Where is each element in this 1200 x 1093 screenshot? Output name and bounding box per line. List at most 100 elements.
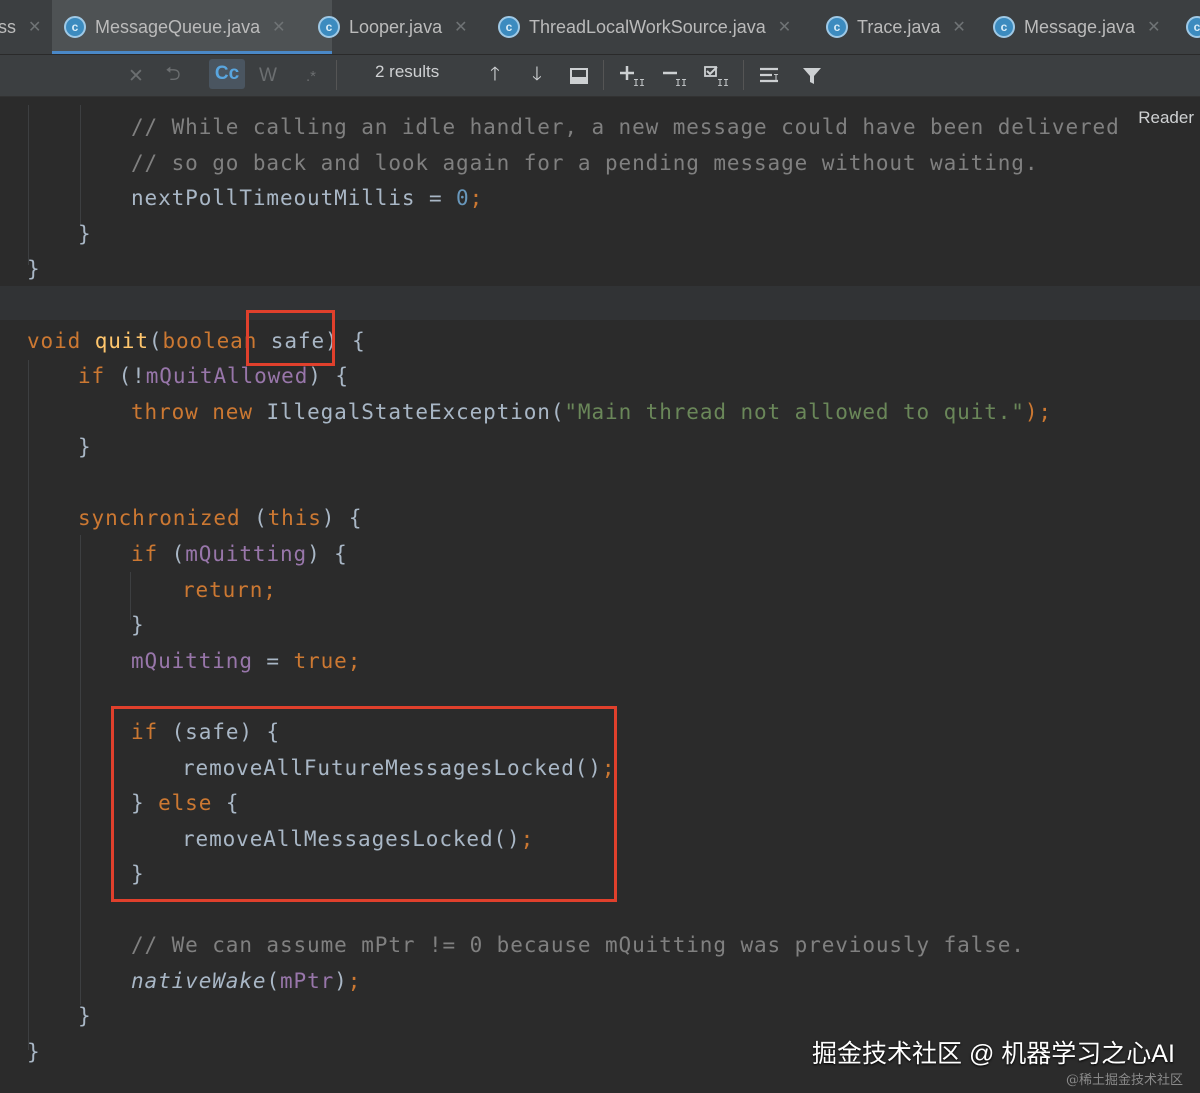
filter-icon[interactable] [798,61,826,91]
tab-overflow[interactable]: c [1186,0,1200,54]
code-line: } [131,613,145,637]
toolbar-separator [743,60,744,90]
code-line: throw new IllegalStateException("Main th… [131,400,1052,424]
brace: } [78,222,92,246]
tab-label: Trace.java [857,16,941,37]
toolbar-separator [336,60,337,90]
code-line: // We can assume mPtr != 0 because mQuit… [131,933,1025,957]
close-icon[interactable]: ✕ [454,17,467,37]
watermark-small: @稀土掘金技术社区 [1066,1073,1184,1088]
code-line: // so go back and look again for a pendi… [131,151,1038,175]
code-token: ) { [321,506,363,530]
brace: { [338,329,366,353]
blank-line-band [0,286,1200,320]
highlight-box-if-safe-block [111,706,617,902]
tab-message[interactable]: c Message.java ✕ [993,0,1160,54]
svg-text:II: II [633,78,645,88]
code-line: synchronized (this) { [78,506,362,530]
svg-text:II: II [675,78,687,88]
code-token: ( [254,506,268,530]
brace: } [78,435,92,459]
editor-tab-bar: ss ✕ c MessageQueue.java ✕ c Looper.java… [0,0,1200,55]
code-token: (! [118,364,146,388]
next-occurrence-icon[interactable]: 🡓 [524,61,550,91]
comment: // While calling an idle handler, a new … [131,115,1120,139]
keyword: boolean [162,329,258,353]
code-line: nextPollTimeoutMillis = 0; [131,186,483,210]
close-icon[interactable]: ✕ [28,17,41,37]
field: mQuitAllowed [145,364,309,388]
watermark: 掘金技术社区 @ 机器学习之心AI [812,1040,1175,1068]
toolbar-separator [603,60,604,90]
java-class-icon: c [318,16,340,38]
keyword: throw new [131,400,267,424]
add-occurrence-icon[interactable]: II [618,61,648,91]
java-class-icon: c [498,16,520,38]
close-icon[interactable]: ✕ [778,17,791,37]
code-line: } [78,222,92,246]
field: mQuitting [131,649,253,673]
whole-words-toggle[interactable]: W [256,61,280,91]
previous-occurrence-icon[interactable]: 🡑 [482,61,508,91]
code-token: ( [266,969,280,993]
field: mPtr [279,969,335,993]
code-token: ( [171,542,186,566]
remove-occurrence-icon[interactable]: II [660,61,690,91]
code-token: ) { [307,542,348,566]
indent-guide [80,105,81,225]
close-icon[interactable]: ✕ [952,17,965,37]
code-token: ); [1024,400,1052,424]
tab-partial[interactable]: ss ✕ [0,0,41,54]
tab-messagequeue[interactable]: c MessageQueue.java ✕ [52,0,332,54]
reader-mode-button[interactable]: Reader [1138,108,1194,128]
code-line: if (!mQuitAllowed) { [78,364,349,388]
tab-looper[interactable]: c Looper.java ✕ [318,0,467,54]
code-line: } [78,435,92,459]
string-literal: "Main thread not allowed to quit." [564,400,1025,424]
tab-trace[interactable]: c Trace.java ✕ [826,0,966,54]
close-icon[interactable]: ✕ [1147,17,1160,37]
indent-guide [80,535,81,1005]
semicolon: ; [263,578,277,602]
comment: // We can assume mPtr != 0 because mQuit… [131,933,1025,957]
tab-label: MessageQueue.java [95,16,261,37]
keyword: if [78,364,119,388]
history-icon[interactable]: ⮌ [160,61,186,91]
select-all-occurrences-icon[interactable]: II [702,61,732,91]
keyword: true [293,649,348,673]
svg-text:II: II [717,78,729,88]
code-line: nativeWake(mPtr); [131,969,361,993]
keyword: void [27,329,95,353]
code-token: ) { [308,364,349,388]
brace: } [27,257,41,281]
code-line: } [27,1040,41,1064]
semicolon: ; [347,649,362,673]
filter-search-results-icon[interactable]: I [756,61,784,91]
java-class-icon: c [826,16,848,38]
open-in-window-icon[interactable] [566,61,592,91]
keyword: if [131,542,172,566]
code-line: } [27,257,41,281]
tab-threadlocalworksource[interactable]: c ThreadLocalWorkSource.java ✕ [498,0,791,54]
code-line: // While calling an idle handler, a new … [131,115,1120,139]
code-line: return; [182,578,277,602]
tab-label: ThreadLocalWorkSource.java [529,16,766,37]
clear-search-icon[interactable]: ✕ [128,61,144,91]
number-literal: 0 [456,186,470,210]
search-results-count: 2 results [375,62,440,81]
code-line: } [78,1004,92,1028]
regex-toggle[interactable]: .* [298,61,324,91]
semicolon: ; [469,186,484,210]
indent-guide [28,360,29,1050]
java-class-icon: c [993,16,1015,38]
code-token: ( [148,329,163,353]
code-line: mQuitting = true; [131,649,361,673]
match-case-toggle[interactable]: Cc [209,59,245,89]
tab-label: ss [0,16,16,37]
keyword: this [267,506,322,530]
keyword: return [182,578,264,602]
indent-guide [28,105,29,265]
class-name: IllegalStateException( [266,400,565,424]
brace: } [78,1004,92,1028]
close-icon[interactable]: ✕ [272,17,285,37]
